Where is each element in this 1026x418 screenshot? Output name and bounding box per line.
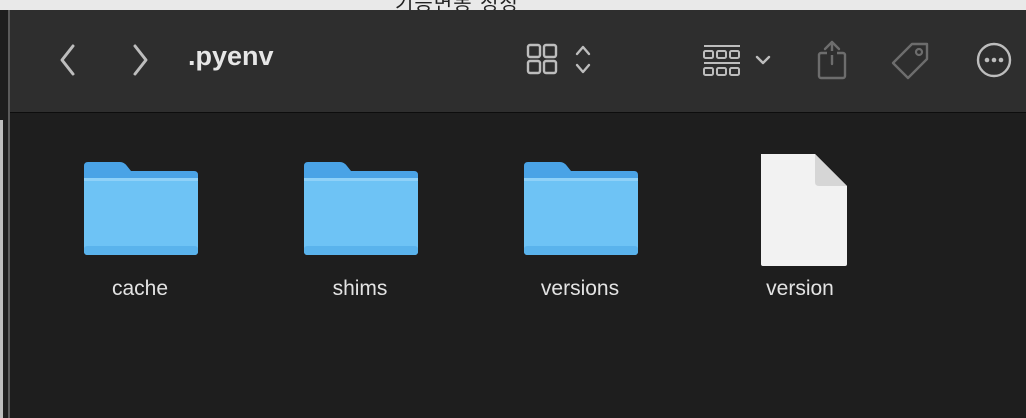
more-actions-button[interactable]	[974, 40, 1014, 80]
ellipsis-circle-icon	[976, 42, 1012, 78]
finder-window: .pyenv cache shims versions version	[8, 10, 1026, 418]
file-item-cache[interactable]: cache	[60, 150, 220, 301]
file-item-label: shims	[332, 277, 388, 300]
forward-button[interactable]	[122, 40, 158, 80]
chevron-right-icon	[133, 44, 148, 76]
share-button[interactable]	[810, 36, 854, 84]
back-button[interactable]	[50, 40, 86, 80]
file-grid: cache shims versions version	[10, 113, 1026, 418]
file-item-label: versions	[540, 277, 620, 300]
background-window-edge	[0, 120, 3, 418]
folder-icon	[524, 162, 638, 255]
toolbar: .pyenv	[10, 10, 1026, 113]
tag-icon	[891, 42, 929, 80]
tag-button[interactable]	[888, 38, 934, 84]
window-title: .pyenv	[188, 41, 274, 71]
view-mode-button[interactable]	[524, 38, 604, 82]
share-icon	[817, 40, 847, 80]
file-item-label: version	[766, 277, 834, 300]
file-item-label: cache	[111, 277, 169, 300]
group-by-button[interactable]	[700, 38, 780, 82]
group-by-icon	[703, 45, 771, 76]
folder-icon	[304, 162, 418, 255]
icon-grid-view-icon	[526, 43, 591, 75]
chevron-left-icon	[60, 44, 75, 76]
document-icon	[761, 154, 847, 266]
background-window-clipped-text: 기능변동 정정	[395, 0, 519, 10]
file-item-versions[interactable]: versions	[500, 150, 660, 301]
background-window-strip: 기능변동 정정	[0, 0, 1026, 10]
folder-icon	[84, 162, 198, 255]
file-item-version[interactable]: version	[720, 150, 880, 301]
file-item-shims[interactable]: shims	[280, 150, 440, 301]
